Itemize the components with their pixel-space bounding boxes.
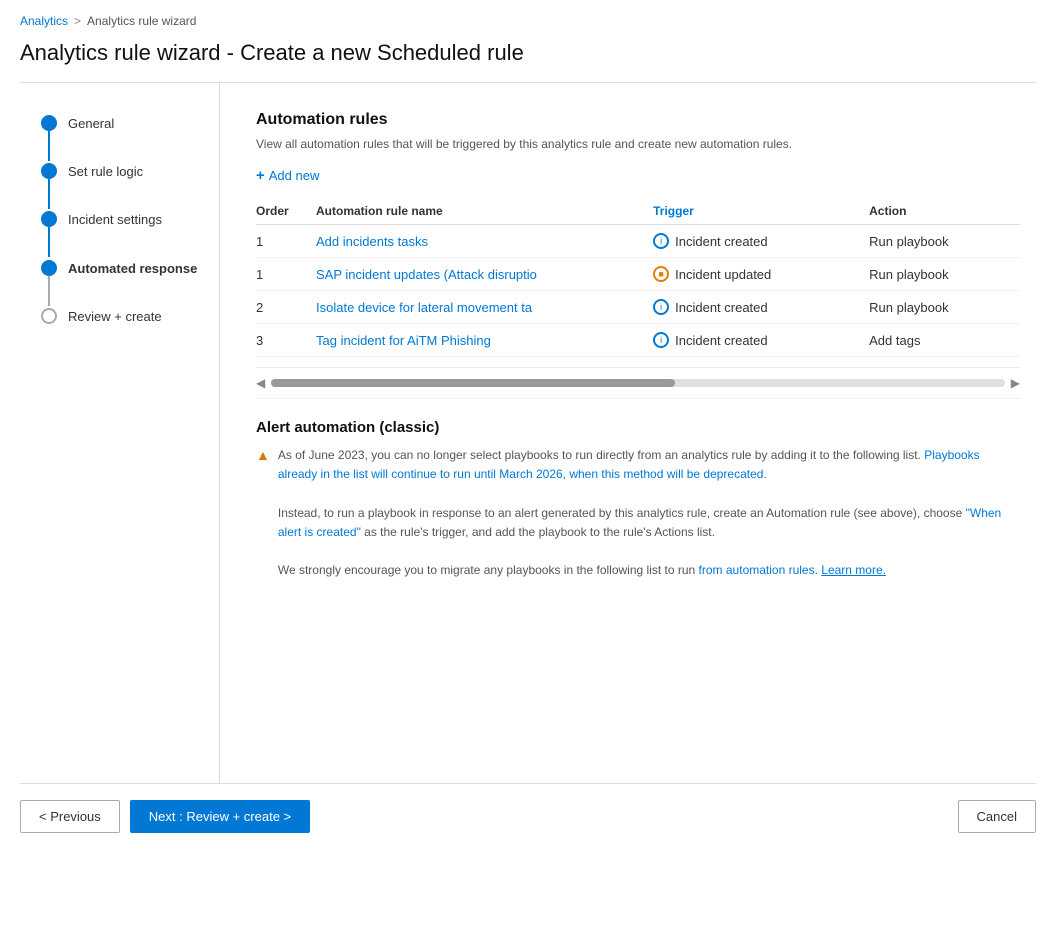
cancel-button[interactable]: Cancel xyxy=(958,800,1036,833)
scroll-track-container: ◀ ▶ xyxy=(256,367,1020,399)
wizard-step-set-rule-logic: Set rule logic xyxy=(40,161,199,209)
wizard-sidebar: General Set rule logic Incident settings xyxy=(0,83,220,783)
cell-trigger: ■ Incident updated xyxy=(653,258,869,291)
breadcrumb-current: Analytics rule wizard xyxy=(87,14,196,28)
cell-action: Run playbook xyxy=(869,258,1020,291)
scroll-track[interactable] xyxy=(271,379,1005,387)
step-dot-automated-response xyxy=(41,260,57,276)
cell-action: Add tags xyxy=(869,324,1020,357)
previous-button[interactable]: < Previous xyxy=(20,800,120,833)
cell-name[interactable]: Tag incident for AiTM Phishing xyxy=(316,324,653,357)
add-new-label: Add new xyxy=(269,168,320,183)
trigger-icon: i xyxy=(653,233,669,249)
step-line-automated-response xyxy=(48,276,50,306)
trigger-icon: i xyxy=(653,299,669,315)
alert-automation-title: Alert automation (classic) xyxy=(256,419,1020,436)
col-header-name: Automation rule name xyxy=(316,198,653,225)
automation-rules-table: Order Automation rule name Trigger Actio… xyxy=(256,198,1020,357)
breadcrumb: Analytics > Analytics rule wizard xyxy=(0,0,1056,34)
warning-block: ▲ As of June 2023, you can no longer sel… xyxy=(256,446,1020,580)
main-layout: General Set rule logic Incident settings xyxy=(0,83,1056,783)
step-dot-set-rule-logic xyxy=(41,163,57,179)
step-label-automated-response[interactable]: Automated response xyxy=(68,258,197,278)
step-line-incident-settings xyxy=(48,227,50,257)
cell-action: Run playbook xyxy=(869,291,1020,324)
table-row: 3 Tag incident for AiTM Phishing i Incid… xyxy=(256,324,1020,357)
cell-order: 1 xyxy=(256,225,316,258)
wizard-step-incident-settings: Incident settings xyxy=(40,209,199,257)
scroll-left-arrow[interactable]: ◀ xyxy=(256,376,265,390)
cell-action: Run playbook xyxy=(869,225,1020,258)
warning-icon: ▲ xyxy=(256,447,270,463)
step-line-general xyxy=(48,131,50,161)
wizard-step-review-create: Review + create xyxy=(40,306,199,354)
table-row: 1 Add incidents tasks i Incident created… xyxy=(256,225,1020,258)
step-label-incident-settings[interactable]: Incident settings xyxy=(68,209,162,229)
breadcrumb-analytics[interactable]: Analytics xyxy=(20,14,68,28)
step-label-review-create[interactable]: Review + create xyxy=(68,306,162,326)
col-header-action: Action xyxy=(869,198,1020,225)
trigger-icon: i xyxy=(653,332,669,348)
next-button[interactable]: Next : Review + create > xyxy=(130,800,310,833)
cell-order: 2 xyxy=(256,291,316,324)
cell-order: 1 xyxy=(256,258,316,291)
cell-order: 3 xyxy=(256,324,316,357)
breadcrumb-separator: > xyxy=(74,14,81,28)
table-row: 2 Isolate device for lateral movement ta… xyxy=(256,291,1020,324)
scroll-thumb xyxy=(271,379,674,387)
automation-rules-title: Automation rules xyxy=(256,111,1020,129)
table-row: 1 SAP incident updates (Attack disruptio… xyxy=(256,258,1020,291)
step-dot-review-create xyxy=(41,308,57,324)
learn-more-link[interactable]: Learn more. xyxy=(821,563,886,577)
wizard-step-general: General xyxy=(40,113,199,161)
cell-trigger: i Incident created xyxy=(653,225,869,258)
trigger-label: Incident created xyxy=(675,234,768,249)
step-label-general[interactable]: General xyxy=(68,113,114,133)
cell-trigger: i Incident created xyxy=(653,324,869,357)
trigger-label: Incident updated xyxy=(675,267,771,282)
col-header-order: Order xyxy=(256,198,316,225)
wizard-step-automated-response: Automated response xyxy=(40,258,199,306)
cell-trigger: i Incident created xyxy=(653,291,869,324)
cell-name[interactable]: SAP incident updates (Attack disruptio xyxy=(316,258,653,291)
step-dot-general xyxy=(41,115,57,131)
cell-name[interactable]: Add incidents tasks xyxy=(316,225,653,258)
footer-left: < Previous Next : Review + create > xyxy=(20,800,310,833)
col-header-trigger: Trigger xyxy=(653,198,869,225)
trigger-label: Incident created xyxy=(675,300,768,315)
warning-text: As of June 2023, you can no longer selec… xyxy=(278,446,1020,580)
content-area: Automation rules View all automation rul… xyxy=(220,83,1056,783)
footer-bar: < Previous Next : Review + create > Canc… xyxy=(0,784,1056,849)
add-new-button[interactable]: + Add new xyxy=(256,167,319,184)
automation-rules-description: View all automation rules that will be t… xyxy=(256,135,1020,153)
step-line-set-rule-logic xyxy=(48,179,50,209)
trigger-icon: ■ xyxy=(653,266,669,282)
cell-name[interactable]: Isolate device for lateral movement ta xyxy=(316,291,653,324)
plus-icon: + xyxy=(256,167,265,184)
scroll-right-arrow[interactable]: ▶ xyxy=(1011,376,1020,390)
trigger-label: Incident created xyxy=(675,333,768,348)
step-label-set-rule-logic[interactable]: Set rule logic xyxy=(68,161,143,181)
page-title: Analytics rule wizard - Create a new Sch… xyxy=(0,34,1056,82)
step-dot-incident-settings xyxy=(41,211,57,227)
